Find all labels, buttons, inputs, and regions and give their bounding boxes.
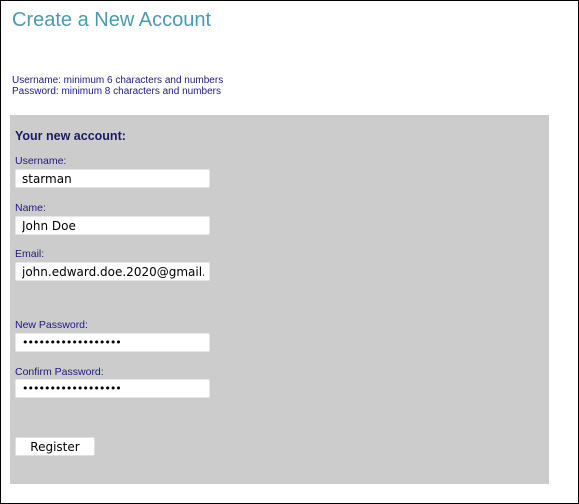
username-field[interactable] — [15, 169, 210, 188]
username-rule: Username: minimum 6 characters and numbe… — [12, 75, 224, 86]
email-field[interactable] — [15, 262, 210, 281]
new-password-label: New Password: — [15, 319, 88, 331]
page-frame: Create a New Account Username: minimum 6… — [0, 0, 579, 504]
page-title: Create a New Account — [12, 9, 211, 31]
email-label: Email: — [15, 248, 45, 260]
confirm-password-field[interactable] — [15, 379, 210, 398]
username-label: Username: — [15, 155, 67, 167]
account-rules: Username: minimum 6 characters and numbe… — [12, 75, 223, 97]
confirm-password-label: Confirm Password: — [15, 366, 104, 378]
password-rule: Password: minimum 8 characters and numbe… — [12, 86, 221, 97]
new-account-form: Your new account: Username: Name: Email:… — [10, 115, 549, 484]
register-button[interactable]: Register — [15, 437, 95, 456]
name-field[interactable] — [15, 216, 210, 235]
name-label: Name: — [15, 202, 46, 214]
new-password-field[interactable] — [15, 333, 210, 352]
form-heading: Your new account: — [15, 129, 126, 143]
